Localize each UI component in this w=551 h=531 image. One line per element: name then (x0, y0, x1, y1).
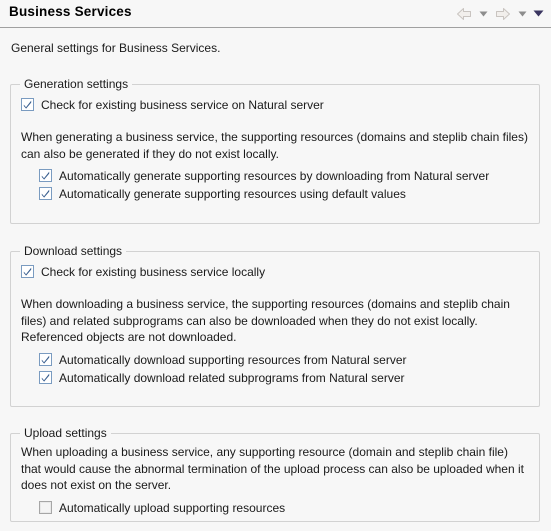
checkbox-row-auto-download-subprograms[interactable]: Automatically download related subprogra… (39, 370, 529, 386)
checkbox-checked-icon[interactable] (39, 169, 52, 182)
checkbox-checked-icon[interactable] (39, 370, 52, 384)
upload-description: When uploading a business service, any s… (21, 445, 524, 492)
checkbox-checked-icon[interactable] (39, 352, 52, 366)
group-title-download: Download settings (20, 244, 127, 258)
checkbox-row-auto-upload-resources[interactable]: Automatically upload supporting resource… (39, 500, 529, 516)
view-menu-icon[interactable] (532, 4, 545, 24)
checkbox-row-check-existing-service-server[interactable]: Check for existing business service on N… (21, 97, 529, 113)
checkbox-row-auto-generate-download[interactable]: Automatically generate supporting resour… (39, 168, 529, 184)
back-dropdown-icon[interactable] (477, 4, 490, 24)
forward-dropdown-icon[interactable] (516, 4, 529, 24)
checkbox-row-auto-download-resources[interactable]: Automatically download supporting resour… (39, 352, 529, 368)
group-title-generation: Generation settings (20, 77, 133, 91)
checkbox-label: Automatically upload supporting resource… (59, 500, 286, 515)
download-description: When downloading a business service, the… (21, 297, 510, 344)
checkbox-checked-icon[interactable] (21, 265, 34, 278)
checkbox-row-check-existing-service-local[interactable]: Check for existing business service loca… (21, 264, 529, 280)
checkbox-label: Automatically download related subprogra… (59, 370, 405, 385)
generation-description: When generating a business service, the … (21, 130, 528, 161)
forward-arrow-icon[interactable] (493, 4, 513, 24)
intro-description: General settings for Business Services. (11, 41, 221, 55)
group-download-settings: Download settings Check for existing bus… (10, 244, 540, 407)
checkbox-unchecked-icon[interactable] (39, 500, 52, 514)
group-title-upload: Upload settings (20, 426, 111, 440)
back-arrow-icon[interactable] (454, 4, 474, 24)
checkbox-label: Check for existing business service on N… (41, 98, 324, 112)
checkbox-checked-icon[interactable] (21, 98, 34, 111)
checkbox-label: Check for existing business service loca… (41, 265, 266, 279)
group-generation-settings: Generation settings Check for existing b… (10, 77, 540, 224)
page-header: Business Services (0, 0, 551, 28)
header-navigation-toolbar (454, 0, 545, 27)
checkbox-label: Automatically generate supporting resour… (59, 169, 490, 183)
checkbox-checked-icon[interactable] (39, 187, 52, 200)
page-title: Business Services (9, 4, 132, 19)
group-upload-settings: Upload settings When uploading a busines… (10, 426, 540, 522)
checkbox-label: Automatically download supporting resour… (59, 352, 407, 367)
checkbox-row-auto-generate-defaults[interactable]: Automatically generate supporting resour… (39, 186, 529, 202)
checkbox-label: Automatically generate supporting resour… (59, 187, 406, 201)
